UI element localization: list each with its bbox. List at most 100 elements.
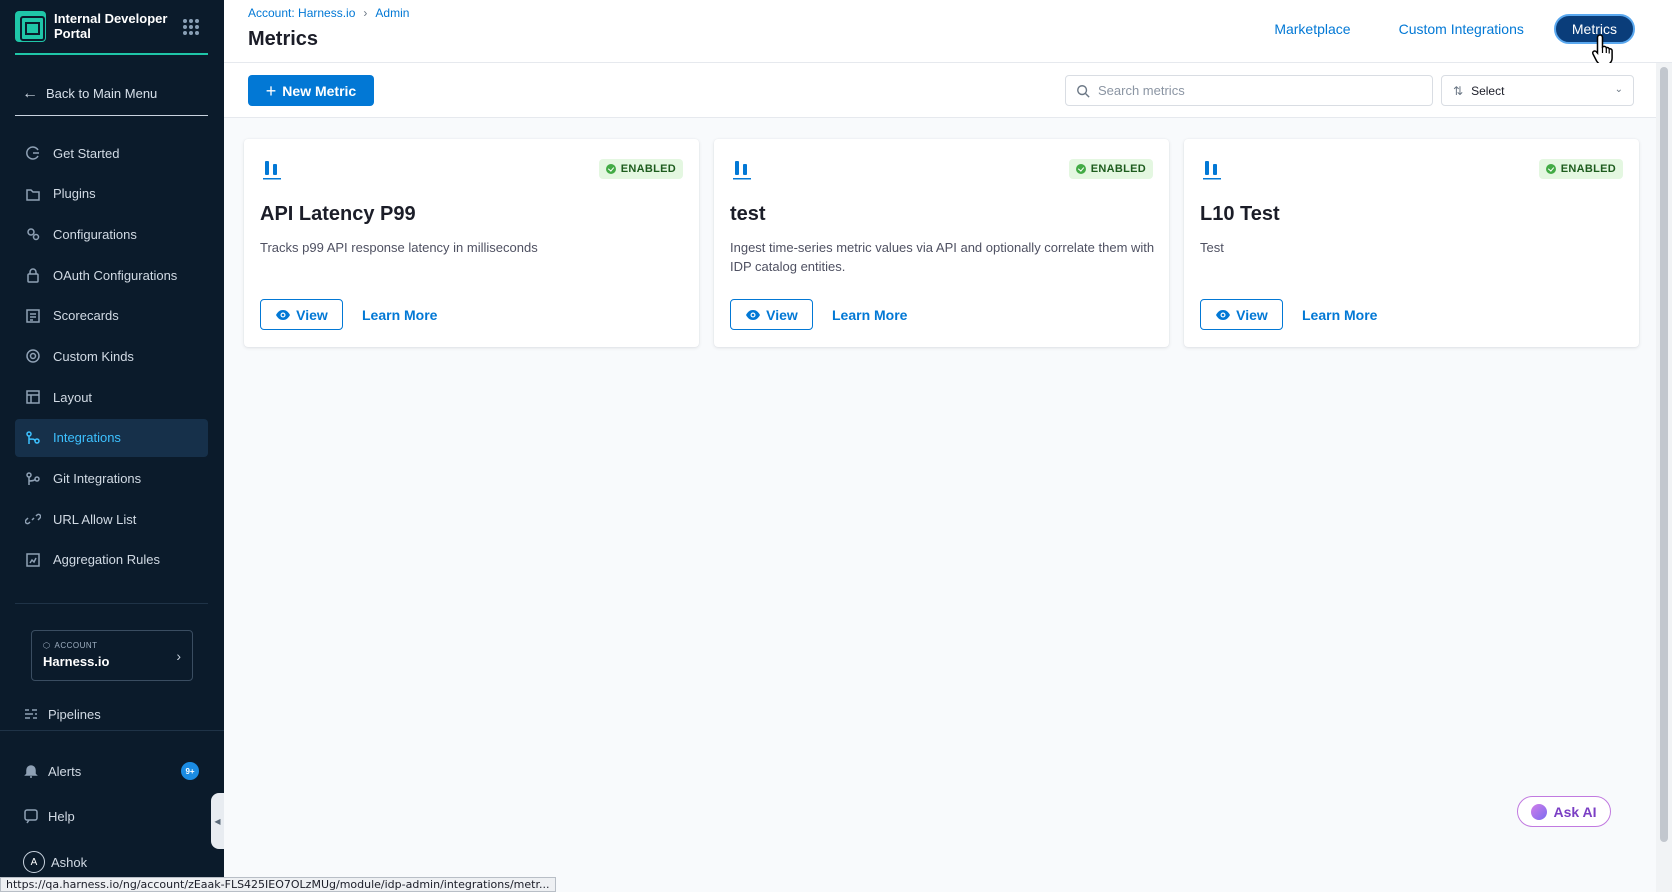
status-text: ENABLED	[1090, 163, 1146, 175]
breadcrumb-account[interactable]: Account: Harness.io	[248, 6, 355, 20]
eye-icon	[1216, 309, 1231, 320]
sidebar-item-layout[interactable]: Layout	[15, 378, 208, 416]
metric-description: Tracks p99 API response latency in milli…	[260, 240, 538, 255]
sidebar-item-pipelines[interactable]: Pipelines	[23, 706, 101, 722]
sidebar-item-oauth-configurations[interactable]: OAuth Configurations	[15, 256, 208, 294]
gear-icon	[24, 347, 42, 365]
sidebar-item-url-allow-list[interactable]: URL Allow List	[15, 500, 208, 538]
view-button[interactable]: View	[1200, 299, 1283, 330]
sidebar-item-label: Configurations	[53, 226, 137, 242]
metrics-grid: ENABLED API Latency P99 Tracks p99 API r…	[244, 139, 1639, 347]
page-title: Metrics	[248, 28, 319, 50]
learn-more-link[interactable]: Learn More	[362, 307, 437, 323]
sidebar-item-label: Scorecards	[53, 308, 119, 324]
sidebar-item-aggregation-rules[interactable]: Aggregation Rules	[15, 541, 208, 579]
metric-card: ENABLED test Ingest time-series metric v…	[714, 139, 1169, 347]
metric-title: test	[730, 203, 766, 225]
scrollbar-thumb[interactable]	[1660, 67, 1668, 842]
toolbar: + New Metric ⇅ Select ⌄	[224, 63, 1656, 118]
sidebar-item-integrations[interactable]: Integrations	[15, 418, 208, 457]
metric-bars-icon	[733, 161, 751, 180]
app-grid-icon[interactable]	[183, 19, 199, 35]
select-value: Select	[1471, 83, 1505, 98]
help-item[interactable]: Help	[23, 808, 75, 824]
top-tabs: Marketplace Custom Integrations Metrics	[1250, 14, 1635, 44]
search-input[interactable]	[1098, 83, 1418, 98]
card-actions: View Learn More	[730, 299, 907, 330]
brand[interactable]: Internal Developer Portal	[15, 11, 208, 55]
view-button[interactable]: View	[260, 299, 343, 330]
learn-more-link[interactable]: Learn More	[832, 307, 907, 323]
status-badge: ENABLED	[598, 159, 683, 179]
help-label: Help	[48, 808, 75, 824]
sidebar-item-label: Git Integrations	[53, 471, 142, 486]
get-started-icon	[24, 144, 42, 162]
check-circle-icon	[1545, 164, 1556, 174]
lock-icon	[24, 266, 42, 284]
account-name: Harness.io	[43, 654, 110, 669]
metric-bars-icon	[1203, 161, 1221, 180]
pipelines-icon	[25, 709, 37, 719]
view-label: View	[766, 306, 798, 323]
ask-ai-label: Ask AI	[1553, 803, 1597, 820]
sidebar: Internal Developer Portal ← Back to Main…	[0, 0, 224, 892]
account-switcher[interactable]: ⬡ ACCOUNT Harness.io ›	[31, 630, 193, 681]
bell-icon	[24, 765, 38, 778]
sidebar-item-label: Pipelines	[48, 706, 101, 722]
sort-icon: ⇅	[1453, 83, 1464, 98]
idp-logo-icon	[15, 11, 46, 42]
sidebar-item-custom-kinds[interactable]: Custom Kinds	[15, 337, 208, 375]
card-actions: View Learn More	[1200, 299, 1377, 330]
plus-icon: +	[265, 80, 277, 101]
aggregation-icon	[24, 551, 42, 569]
back-to-main-menu[interactable]: ← Back to Main Menu	[15, 72, 208, 116]
sort-select[interactable]: ⇅ Select ⌄	[1441, 75, 1634, 106]
alerts-label: Alerts	[48, 763, 82, 779]
sidebar-item-git-integrations[interactable]: Git Integrations	[15, 460, 208, 498]
configurations-icon	[24, 225, 42, 243]
search-icon	[1077, 84, 1090, 98]
metric-card: ENABLED L10 Test Test View Learn More	[1184, 139, 1639, 347]
sidebar-item-label: Aggregation Rules	[53, 552, 160, 568]
learn-more-link[interactable]: Learn More	[1302, 307, 1377, 323]
tab-custom-integrations[interactable]: Custom Integrations	[1375, 14, 1548, 44]
card-actions: View Learn More	[260, 299, 437, 330]
view-label: View	[296, 306, 328, 323]
help-icon	[24, 809, 38, 824]
check-circle-icon	[605, 164, 616, 174]
metric-title: API Latency P99	[260, 203, 416, 225]
ask-ai-button[interactable]: Ask AI	[1517, 796, 1611, 827]
chevron-down-icon: ⌄	[1614, 84, 1623, 95]
collapse-sidebar-button[interactable]: ◀	[211, 793, 224, 849]
tab-marketplace[interactable]: Marketplace	[1250, 14, 1374, 44]
view-button[interactable]: View	[730, 299, 813, 330]
sidebar-item-scorecards[interactable]: Scorecards	[15, 297, 208, 335]
eye-icon	[746, 309, 761, 320]
chevron-right-icon: ›	[176, 648, 181, 664]
sidebar-divider	[15, 603, 208, 604]
scrollbar[interactable]	[1656, 63, 1672, 892]
sidebar-footer: Alerts Help A Ashok	[0, 730, 224, 892]
status-badge: ENABLED	[1538, 159, 1623, 179]
status-text: ENABLED	[1560, 163, 1616, 175]
avatar: A	[23, 851, 45, 873]
chevron-right-icon: ›	[363, 6, 368, 20]
metric-card: ENABLED API Latency P99 Tracks p99 API r…	[244, 139, 699, 347]
sidebar-item-label: Get Started	[53, 145, 120, 161]
account-label-text: ACCOUNT	[54, 641, 98, 650]
search-box	[1065, 75, 1433, 106]
back-label: Back to Main Menu	[46, 86, 158, 101]
user-profile[interactable]: A Ashok	[23, 851, 87, 873]
sidebar-item-label: URL Allow List	[53, 511, 137, 527]
breadcrumb-admin[interactable]: Admin	[375, 6, 409, 20]
alerts-item[interactable]: Alerts	[23, 763, 81, 779]
sidebar-item-configurations[interactable]: Configurations	[15, 215, 208, 253]
sidebar-item-plugins[interactable]: Plugins	[15, 175, 208, 213]
new-metric-button[interactable]: + New Metric	[248, 75, 374, 106]
new-metric-label: New Metric	[282, 82, 357, 99]
metric-bars-icon	[263, 161, 281, 180]
alerts-badge: 9+	[181, 762, 199, 780]
account-label: ⬡ ACCOUNT	[43, 641, 181, 650]
sidebar-item-get-started[interactable]: Get Started	[15, 134, 208, 172]
user-name: Ashok	[51, 854, 88, 870]
